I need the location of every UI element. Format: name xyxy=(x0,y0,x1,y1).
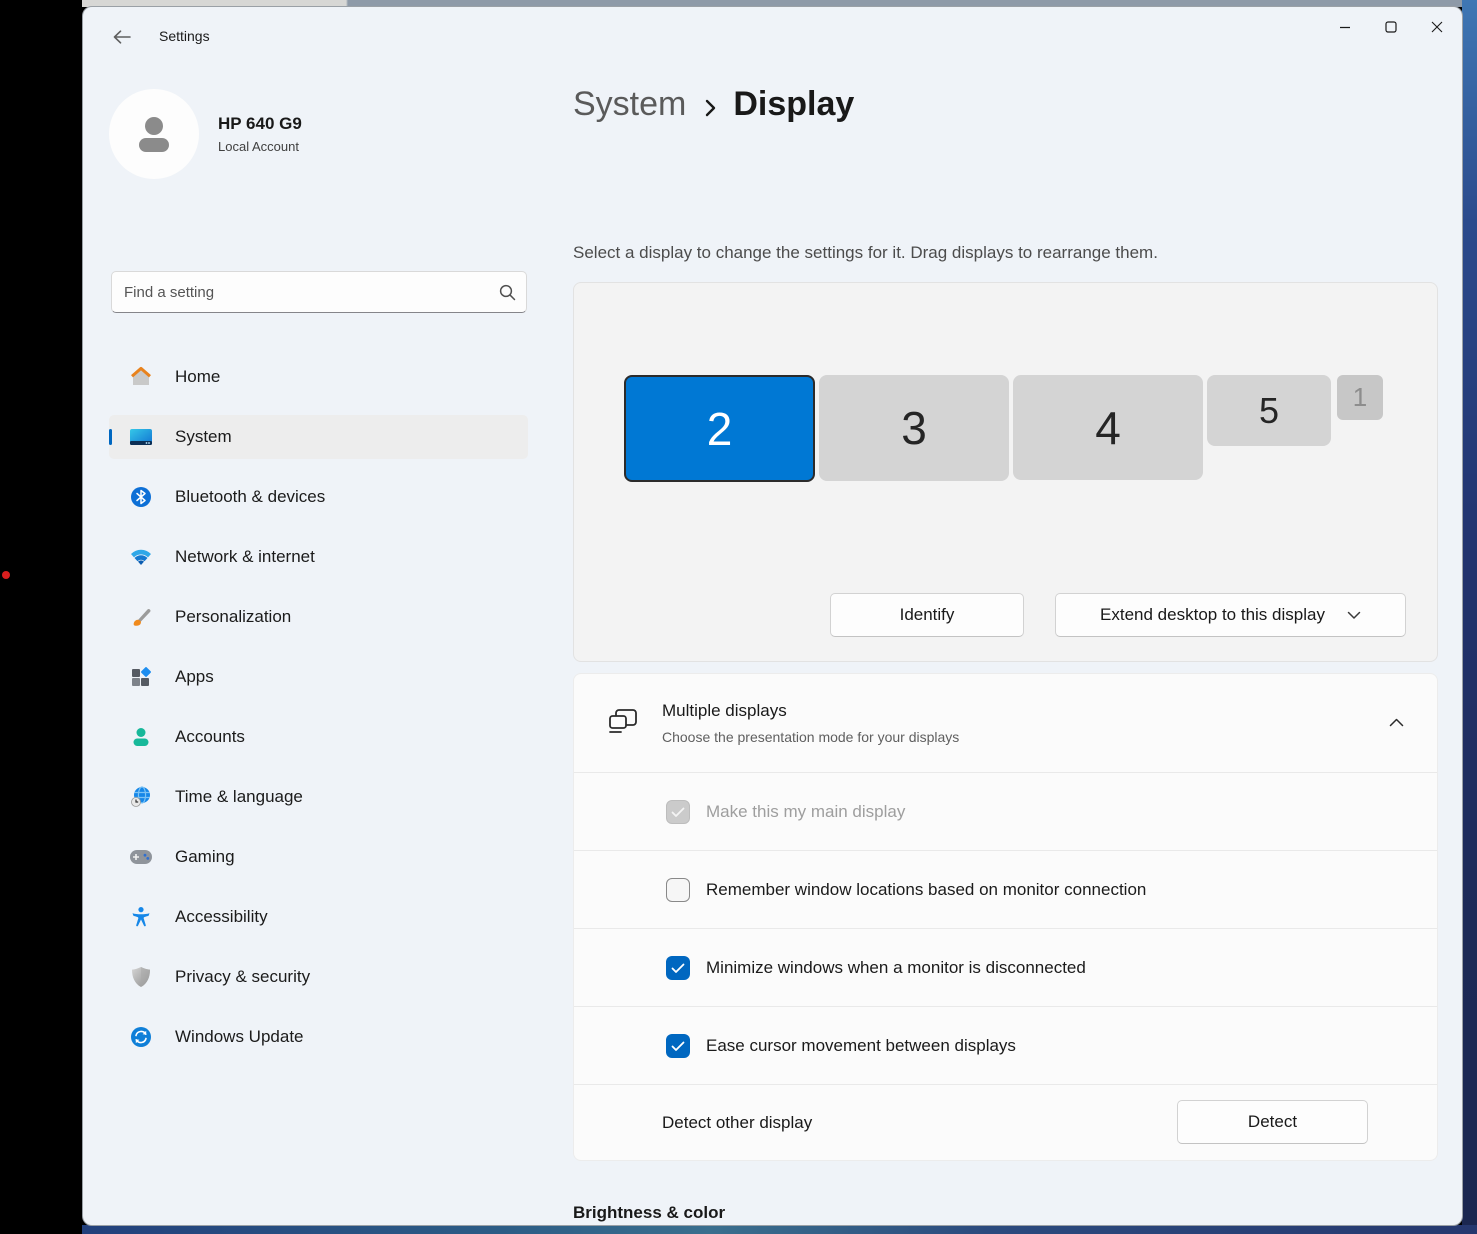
search-input[interactable] xyxy=(124,284,499,301)
shield-icon xyxy=(129,965,153,989)
sidebar-item-system[interactable]: System xyxy=(109,415,528,459)
home-icon xyxy=(129,365,153,389)
sidebar-item-windows-update[interactable]: Windows Update xyxy=(109,1015,528,1059)
minimize-windows-checkbox[interactable] xyxy=(666,956,690,980)
sidebar-item-personalization[interactable]: Personalization xyxy=(109,595,528,639)
settings-window: Settings HP 640 G9 Local Acco xyxy=(82,6,1463,1226)
person-icon xyxy=(130,110,178,158)
chevron-right-icon xyxy=(704,98,717,118)
display-mode-dropdown[interactable]: Extend desktop to this display xyxy=(1055,593,1406,637)
account-name: HP 640 G9 xyxy=(218,114,302,134)
avatar xyxy=(109,89,199,179)
sidebar-item-label: Home xyxy=(175,367,220,387)
desktop-left-strip xyxy=(0,0,82,1234)
sidebar-item-home[interactable]: Home xyxy=(109,355,528,399)
apps-icon xyxy=(129,665,153,689)
sidebar-item-gaming[interactable]: Gaming xyxy=(109,835,528,879)
sidebar-nav: Home System xyxy=(109,355,528,1059)
chevron-up-icon xyxy=(1389,718,1404,727)
option-row-remember-locations: Remember window locations based on monit… xyxy=(574,850,1437,928)
sidebar-item-label: Bluetooth & devices xyxy=(175,487,325,507)
option-label: Minimize windows when a monitor is disco… xyxy=(706,958,1086,978)
sidebar-item-label: Accounts xyxy=(175,727,245,747)
multiple-displays-subtitle: Choose the presentation mode for your di… xyxy=(662,729,959,745)
option-row-minimize-windows: Minimize windows when a monitor is disco… xyxy=(574,928,1437,1006)
monitor-5[interactable]: 5 xyxy=(1207,375,1331,446)
sidebar-item-label: Personalization xyxy=(175,607,291,627)
search-icon xyxy=(499,284,516,301)
monitor-4[interactable]: 4 xyxy=(1013,375,1203,480)
check-icon xyxy=(671,807,685,818)
multiple-displays-text: Multiple displays Choose the presentatio… xyxy=(662,701,959,745)
option-label: Make this my main display xyxy=(706,802,905,822)
check-icon xyxy=(671,1041,685,1052)
brush-icon xyxy=(129,605,153,629)
desktop-wallpaper-right xyxy=(1462,0,1477,1234)
sidebar-item-accessibility[interactable]: Accessibility xyxy=(109,895,528,939)
gamepad-icon xyxy=(129,845,153,869)
remember-locations-checkbox[interactable] xyxy=(666,878,690,902)
wifi-icon xyxy=(129,545,153,569)
option-label: Remember window locations based on monit… xyxy=(706,880,1146,900)
detect-label: Detect other display xyxy=(662,1113,812,1133)
multiple-displays-header[interactable]: Multiple displays Choose the presentatio… xyxy=(574,674,1437,772)
system-icon xyxy=(129,425,153,449)
update-icon xyxy=(129,1025,153,1049)
sidebar-item-label: Network & internet xyxy=(175,547,315,567)
main-content: System Display Select a display to chang… xyxy=(572,7,1452,1226)
account-block[interactable]: HP 640 G9 Local Account xyxy=(109,89,302,179)
display-arrangement-panel: 2 3 4 5 1 Identify Extend desktop t xyxy=(573,282,1438,662)
option-row-ease-cursor: Ease cursor movement between displays xyxy=(574,1006,1437,1084)
page-title: Display xyxy=(733,85,854,124)
chevron-down-icon xyxy=(1347,611,1361,620)
monitor-2[interactable]: 2 xyxy=(624,375,815,482)
sidebar-item-accounts[interactable]: Accounts xyxy=(109,715,528,759)
multiple-displays-title: Multiple displays xyxy=(662,701,959,721)
multiple-displays-card: Multiple displays Choose the presentatio… xyxy=(573,673,1438,1161)
sidebar-item-label: Privacy & security xyxy=(175,967,310,987)
breadcrumb-system[interactable]: System xyxy=(573,85,686,124)
sidebar-item-time-language[interactable]: Time & language xyxy=(109,775,528,819)
red-dot-artifact xyxy=(2,571,10,579)
breadcrumb: System Display xyxy=(573,85,854,124)
accounts-icon xyxy=(129,725,153,749)
detect-other-display-row: Detect other display Detect xyxy=(574,1084,1437,1160)
brightness-color-header: Brightness & color xyxy=(573,1203,725,1223)
sidebar-item-network[interactable]: Network & internet xyxy=(109,535,528,579)
main-display-checkbox xyxy=(666,800,690,824)
identify-button[interactable]: Identify xyxy=(830,593,1024,637)
back-button[interactable] xyxy=(105,21,139,53)
sidebar-item-label: Accessibility xyxy=(175,907,268,927)
instruction-text: Select a display to change the settings … xyxy=(573,243,1158,263)
sidebar-item-label: Gaming xyxy=(175,847,235,867)
bluetooth-icon xyxy=(129,485,153,509)
desktop-wallpaper-bottom xyxy=(82,1225,1477,1234)
globe-clock-icon xyxy=(129,785,153,809)
monitor-3[interactable]: 3 xyxy=(819,375,1009,481)
account-text: HP 640 G9 Local Account xyxy=(218,114,302,154)
sidebar-item-apps[interactable]: Apps xyxy=(109,655,528,699)
sidebar: HP 640 G9 Local Account Home xyxy=(83,65,543,1226)
sidebar-item-label: System xyxy=(175,427,232,447)
monitor-layout: 2 3 4 5 1 xyxy=(624,375,1383,482)
ease-cursor-checkbox[interactable] xyxy=(666,1034,690,1058)
app-title: Settings xyxy=(159,28,210,44)
multiple-displays-icon xyxy=(606,706,640,743)
sidebar-item-label: Windows Update xyxy=(175,1027,304,1047)
selected-indicator xyxy=(109,429,112,445)
collapse-button[interactable] xyxy=(1377,703,1415,741)
option-row-main-display: Make this my main display xyxy=(574,772,1437,850)
account-type: Local Account xyxy=(218,139,302,154)
detect-button[interactable]: Detect xyxy=(1177,1100,1368,1144)
monitor-1[interactable]: 1 xyxy=(1337,375,1383,420)
check-icon xyxy=(671,963,685,974)
accessibility-icon xyxy=(129,905,153,929)
search-box xyxy=(111,271,527,313)
sidebar-item-label: Time & language xyxy=(175,787,303,807)
sidebar-item-label: Apps xyxy=(175,667,214,687)
sidebar-item-bluetooth[interactable]: Bluetooth & devices xyxy=(109,475,528,519)
sidebar-item-privacy[interactable]: Privacy & security xyxy=(109,955,528,999)
back-arrow-icon xyxy=(112,29,132,45)
option-label: Ease cursor movement between displays xyxy=(706,1036,1016,1056)
